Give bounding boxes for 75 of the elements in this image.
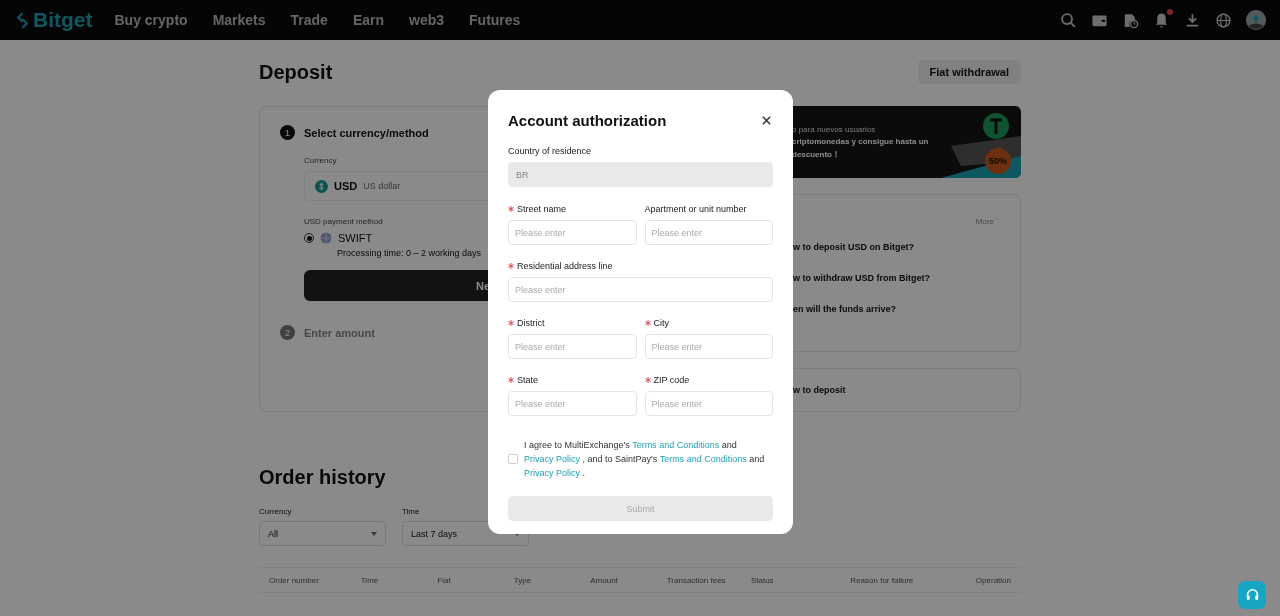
input-field[interactable]: Please enter (508, 391, 637, 416)
input-field[interactable]: Please enter (508, 334, 637, 359)
column-header: Status (750, 575, 775, 585)
step-title: Select currency/method (304, 126, 429, 139)
nav-link[interactable]: Buy crypto (114, 12, 188, 28)
faq-link[interactable]: en will the funds arrive? (793, 304, 1000, 314)
page-title: Deposit (259, 60, 333, 84)
support-button[interactable] (1238, 581, 1266, 609)
fiat-withdrawal-button[interactable]: Fiat withdrawal (917, 60, 1021, 84)
step-title: Enter amount (304, 326, 375, 339)
checkbox[interactable] (508, 454, 518, 464)
nav-link[interactable]: Futures (469, 12, 521, 28)
close-button[interactable] (761, 114, 773, 127)
input-field[interactable]: Please enter (644, 220, 773, 245)
payment-method-name: SWIFT (338, 232, 373, 244)
currency-code: USD (334, 180, 358, 192)
faq-link[interactable]: w to withdraw USD from Bitget? (793, 273, 1000, 283)
column-header: Fiat (437, 575, 452, 585)
input-field[interactable]: Please enter (644, 334, 773, 359)
field-label: ZIP code (653, 375, 690, 385)
field-label: Apartment or unit number (644, 204, 747, 214)
section-title: Order history (259, 466, 386, 489)
guide-link[interactable]: w to deposit (793, 385, 1000, 395)
nav-link[interactable]: Earn (352, 12, 385, 28)
close-icon (761, 114, 772, 126)
document-clock-icon[interactable] (1122, 11, 1139, 29)
submit-button: Submit (508, 496, 773, 521)
filter-select[interactable]: All (259, 521, 386, 546)
column-header: Time (360, 575, 380, 585)
download-icon[interactable] (1184, 11, 1201, 29)
field-label: Street name (517, 204, 567, 214)
terms-link[interactable]: Privacy Policy (524, 468, 580, 478)
field-label: State (517, 375, 538, 385)
column-header: Reason for failure (850, 575, 915, 585)
dialog-title: Account authorization (508, 112, 667, 129)
processing-time: Processing time: 0 – 2 working days (337, 248, 483, 258)
field-label: District (517, 318, 545, 328)
terms-link[interactable]: Privacy Policy (524, 454, 580, 464)
country-field: BR (508, 162, 773, 187)
globe-icon[interactable] (1215, 11, 1232, 29)
column-header: Transaction fees (666, 575, 727, 585)
field-label: Country of residence (508, 146, 593, 156)
input-field[interactable]: Please enter (508, 277, 773, 302)
caret-down-icon (371, 531, 377, 536)
logo[interactable]: Bitget (14, 8, 93, 32)
bell-icon[interactable] (1153, 11, 1170, 29)
field-label: USD payment method (304, 217, 384, 226)
nav-link[interactable]: Trade (290, 12, 328, 28)
nav-link[interactable]: web3 (409, 12, 445, 28)
step-number: 1 (280, 125, 295, 140)
step-number: 2 (280, 325, 295, 340)
input-field[interactable]: Please enter (508, 220, 637, 245)
avatar-icon[interactable] (1246, 10, 1266, 30)
column-header: Amount (590, 575, 619, 585)
currency-name: US dollar (363, 181, 401, 191)
filter-label: Time (402, 507, 421, 516)
filter-label: Currency (259, 507, 293, 516)
agreement-text: I agree to MultiExchange's Terms and Conditions and Privacy Policy , and to SaintPay's Terms and Conditions and Privacy Policy . (524, 439, 766, 480)
field-label: City (653, 318, 669, 328)
dollar-coin-icon (315, 179, 328, 193)
banner-text: descuento！ (792, 148, 841, 160)
search-icon[interactable] (1060, 11, 1077, 29)
field-label: Residential address line (517, 261, 613, 271)
column-header: Type (513, 575, 533, 585)
logo-icon (14, 11, 31, 29)
column-header: Order number (269, 575, 320, 585)
nav-link[interactable]: Markets (212, 12, 266, 28)
faq-link[interactable]: w to deposit USD on Bitget? (793, 242, 1000, 252)
globe-icon (320, 232, 332, 244)
column-header: Operation (974, 575, 1011, 585)
terms-link[interactable]: Terms and Conditions (659, 454, 747, 464)
input-field[interactable]: Please enter (644, 391, 773, 416)
banner-text: criptomonedas y consigue hasta un (792, 136, 929, 146)
field-label: Currency (304, 156, 338, 165)
terms-link[interactable]: Terms and Conditions (632, 440, 720, 450)
